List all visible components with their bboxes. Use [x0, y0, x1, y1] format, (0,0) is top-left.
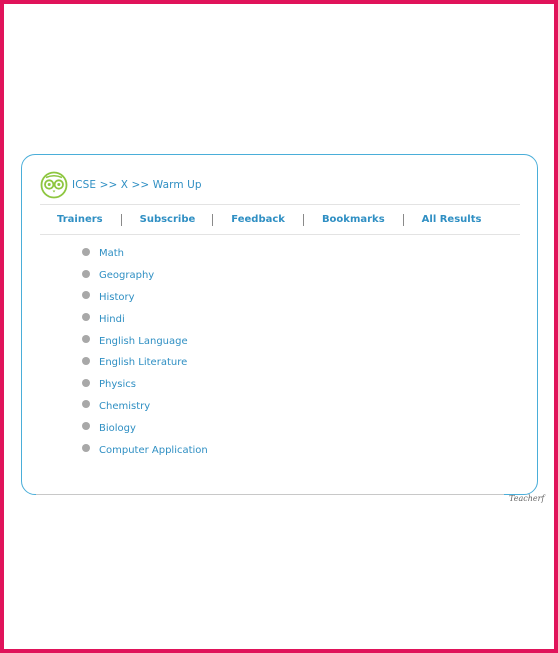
list-item: Physics [82, 374, 208, 396]
list-item: Biology [82, 417, 208, 439]
owl-logo-icon[interactable] [40, 171, 68, 199]
subject-link-chemistry[interactable]: Chemistry [99, 401, 150, 412]
bullet-icon [82, 313, 90, 322]
subject-link-english-literature[interactable]: English Literature [99, 357, 187, 368]
list-item: Hindi [82, 308, 208, 330]
footer-watermark: Teacherf [509, 494, 545, 503]
nav-separator [402, 213, 404, 226]
list-item: History [82, 287, 208, 309]
subject-link-hindi[interactable]: Hindi [99, 314, 125, 325]
nav-all-results[interactable]: All Results [422, 214, 482, 225]
list-item: English Literature [82, 352, 208, 374]
subject-link-biology[interactable]: Biology [99, 423, 136, 434]
list-item: Computer Application [82, 439, 208, 461]
bullet-icon [82, 335, 90, 344]
nav-separator [212, 213, 214, 226]
nav-bookmarks[interactable]: Bookmarks [322, 214, 385, 225]
bullet-icon [82, 444, 90, 453]
list-item: Math [82, 243, 208, 265]
page-header: ICSE >> X >> Warm Up [40, 170, 202, 200]
bullet-icon [82, 356, 90, 365]
breadcrumb[interactable]: ICSE >> X >> Warm Up [72, 179, 202, 191]
subject-link-english-language[interactable]: English Language [99, 336, 188, 347]
nav-feedback[interactable]: Feedback [231, 214, 285, 225]
bullet-icon [82, 269, 90, 278]
nav-subscribe[interactable]: Subscribe [140, 214, 196, 225]
subject-link-history[interactable]: History [99, 292, 135, 303]
subject-list: Math Geography History Hindi English Lan… [82, 243, 208, 461]
bullet-icon [82, 291, 90, 300]
nav-trainers[interactable]: Trainers [57, 214, 103, 225]
bullet-icon [82, 378, 90, 387]
bullet-icon [82, 422, 90, 431]
list-item: Geography [82, 265, 208, 287]
subject-link-physics[interactable]: Physics [99, 379, 136, 390]
bullet-icon [82, 247, 90, 256]
nav-separator [120, 213, 122, 226]
subject-link-computer-application[interactable]: Computer Application [99, 445, 208, 456]
nav-bar: Trainers Subscribe Feedback Bookmarks Al… [40, 205, 520, 234]
subject-link-geography[interactable]: Geography [99, 270, 154, 281]
list-item: English Language [82, 330, 208, 352]
list-item: Chemistry [82, 396, 208, 418]
footer-divider [36, 494, 504, 495]
nav-separator [302, 213, 304, 226]
nav-divider [40, 234, 520, 235]
subject-link-math[interactable]: Math [99, 248, 124, 259]
bullet-icon [82, 400, 90, 409]
content-card: ICSE >> X >> Warm Up Trainers Subscribe … [21, 154, 538, 495]
